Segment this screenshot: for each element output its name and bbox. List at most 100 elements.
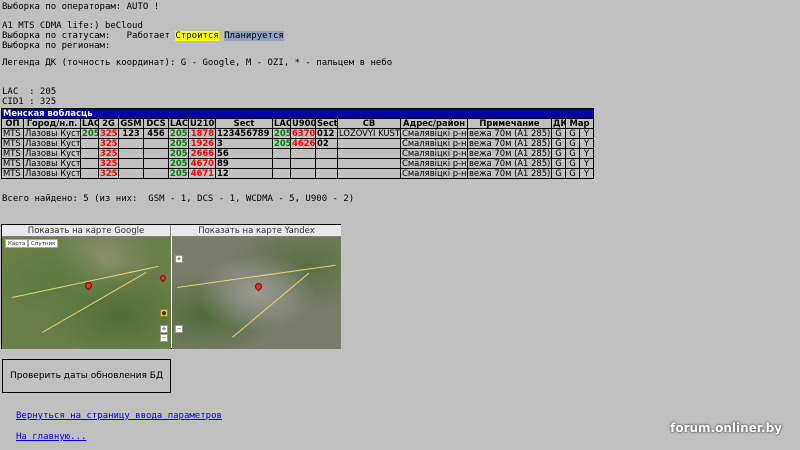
cell-u900: 6370	[290, 128, 316, 139]
cell-sect-u900: 012	[315, 128, 338, 139]
col-2g: 2G	[98, 118, 119, 129]
col-sect: Sect	[215, 118, 273, 129]
region-header-row: Менская вобласць	[0, 108, 595, 119]
cell-u900	[290, 168, 316, 179]
summary: Всего найдено: 5 (из них: GSM - 1, DCS -…	[2, 194, 355, 204]
cell-address: Смалявіцкі р-н	[400, 158, 468, 169]
cell-map-1: G	[565, 138, 580, 149]
cell-cb	[337, 138, 401, 149]
check-db-dates-button[interactable]: Проверить даты обновления БД	[2, 359, 171, 393]
status-building: Строится	[175, 31, 219, 41]
cell-dk: G	[551, 168, 566, 179]
cell-note: вежа 70м (A1 285)	[467, 168, 552, 179]
yandex-map[interactable]: + −	[172, 237, 341, 349]
cell-cb	[337, 158, 401, 169]
cell-dcs	[143, 168, 169, 179]
cell-operator: MTS	[1, 148, 24, 159]
col-dk: ДК	[551, 118, 566, 129]
google-map-tab[interactable]: Показать на карте Google	[2, 225, 171, 237]
cell-lac-2g: 205	[80, 128, 99, 139]
cell-u2100: 4671	[188, 168, 216, 179]
cell-u900: 4626	[290, 138, 316, 149]
zoom-out-icon[interactable]: −	[160, 334, 168, 342]
status-planned: Планируется	[224, 31, 284, 41]
cell-dcs: 456	[143, 128, 169, 139]
yandex-map-tab[interactable]: Показать на карте Yandex	[172, 225, 341, 237]
cell-map-1: G	[565, 168, 580, 179]
cell-sect: 123456789	[215, 128, 273, 139]
cell-operator: MTS	[1, 128, 24, 139]
table-row: MTS Лазовы Куст 205 325 123 456 205 1878 1234567…	[1, 128, 595, 139]
cell-u2100: 4670	[188, 158, 216, 169]
cell-u2100: 1926	[188, 138, 216, 149]
zoom-out-icon[interactable]: −	[175, 325, 183, 333]
cell-cb	[337, 148, 401, 159]
cell-note: вежа 70м (A1 285)	[467, 128, 552, 139]
cell-map-2: Y	[578, 148, 595, 159]
col-gsm: GSM	[118, 118, 144, 129]
cell-dk: G	[551, 138, 566, 149]
map-pin-icon[interactable]	[158, 273, 168, 283]
cell-gsm	[118, 148, 144, 159]
cell-lac-u900	[272, 158, 291, 169]
cell-cb	[337, 168, 401, 179]
cell-sect: 3	[215, 138, 273, 149]
cell-city: Лазовы Куст	[23, 168, 81, 179]
cell-sect-u900	[315, 168, 338, 179]
cell-u2100: 1878	[188, 128, 216, 139]
cell-sect: 89	[215, 158, 273, 169]
road-line	[232, 272, 310, 338]
cell-map-1: G	[565, 148, 580, 159]
back-to-params-link[interactable]: Вернуться на страницу ввода параметров	[16, 411, 222, 421]
cell-note: вежа 70м (A1 285)	[467, 138, 552, 149]
cell-lac-2g	[80, 158, 99, 169]
cell-city: Лазовы Куст	[23, 158, 81, 169]
table-row: MTS Лазовы Куст 325 205 4670 89 Смалявіцкі р-н…	[1, 158, 595, 169]
cell-city: Лазовы Куст	[23, 148, 81, 159]
cell-lac-u900: 205	[272, 138, 291, 149]
col-lac-u900: LAC	[272, 118, 291, 129]
home-link[interactable]: На главную...	[16, 432, 86, 442]
cell-sect: 56	[215, 148, 273, 159]
google-map-type-button[interactable]: Карта	[5, 239, 29, 248]
cell-gsm	[118, 158, 144, 169]
cell-sect-u900: 02	[315, 138, 338, 149]
cell-lac-2g	[80, 168, 99, 179]
cell-map-2: Y	[578, 168, 595, 179]
cell-2g: 325	[98, 138, 119, 149]
maps-panel: Показать на карте Google Показать на кар…	[1, 224, 341, 349]
cells-table: Менская вобласць ОП Город/н.п. LAC 2G GS…	[0, 108, 595, 179]
street-view-icon[interactable]: ●	[160, 309, 168, 317]
google-satellite-button[interactable]: Спутник	[28, 239, 59, 248]
cid-value: CID1 : 325	[2, 97, 57, 107]
cell-operator: MTS	[1, 158, 24, 169]
cell-note: вежа 70м (A1 285)	[467, 148, 552, 159]
cell-map-2: Y	[578, 158, 595, 169]
cell-lac-u900: 205	[272, 128, 291, 139]
cell-2g: 325	[98, 128, 119, 139]
coordinates-legend: Легенда ДК (точность координат): G - Goo…	[2, 58, 393, 68]
operators-filter: Выборка по операторам: AUTO !	[2, 2, 160, 12]
map-pin-icon[interactable]	[83, 280, 94, 291]
cell-dcs	[143, 148, 169, 159]
cell-lac-u2100: 205	[168, 158, 189, 169]
region-name: Менская вобласць	[0, 108, 595, 119]
zoom-in-icon[interactable]: +	[160, 325, 168, 333]
cell-u900	[290, 158, 316, 169]
cell-cb: LOZOVYI KUST	[337, 128, 401, 139]
cell-map-2: Y	[578, 138, 595, 149]
map-pin-icon[interactable]	[253, 281, 264, 292]
cell-address: Смалявіцкі р-н	[400, 148, 468, 159]
cell-dk: G	[551, 128, 566, 139]
zoom-in-icon[interactable]: +	[175, 255, 183, 263]
col-sect-u900: Sect	[315, 118, 338, 129]
google-map[interactable]: Карта Спутник + − ●	[2, 237, 171, 349]
regions-filter: Выборка по регионам:	[2, 41, 111, 51]
cell-sect-u900	[315, 158, 338, 169]
cell-dk: G	[551, 148, 566, 159]
status-works: Работает	[126, 31, 176, 41]
col-u2100: U2100	[188, 118, 216, 129]
cell-lac-u900	[272, 148, 291, 159]
cell-u2100: 2666	[188, 148, 216, 159]
cell-2g: 325	[98, 158, 119, 169]
